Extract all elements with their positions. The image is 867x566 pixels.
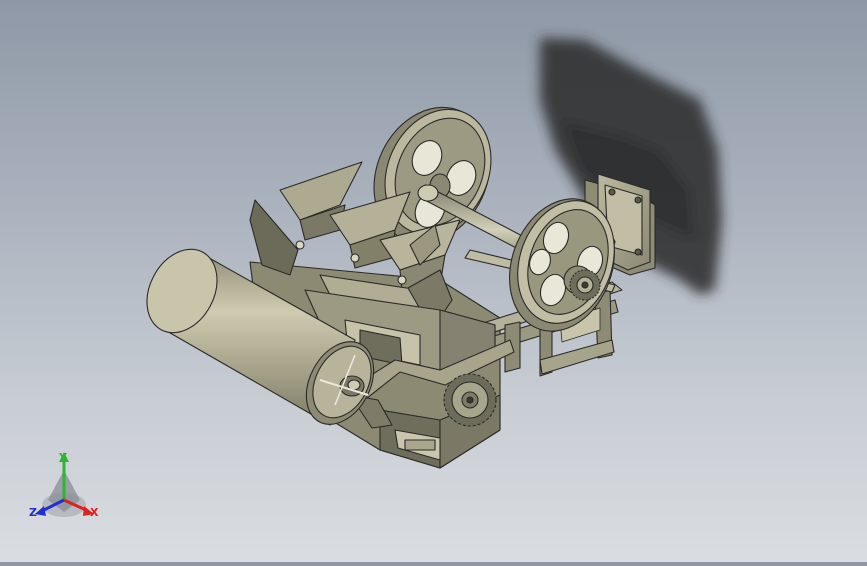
model-canvas[interactable]: Y X Z bbox=[0, 0, 867, 562]
x-axis-label: X bbox=[90, 506, 99, 519]
cad-graphics-viewport[interactable]: Y X Z bbox=[0, 0, 867, 562]
right-sprocket bbox=[569, 269, 601, 301]
front-sprocket bbox=[443, 373, 497, 427]
y-axis-label: Y bbox=[58, 451, 68, 464]
z-axis-label: Z bbox=[29, 506, 37, 519]
orientation-triad[interactable]: Y X Z bbox=[29, 451, 99, 519]
